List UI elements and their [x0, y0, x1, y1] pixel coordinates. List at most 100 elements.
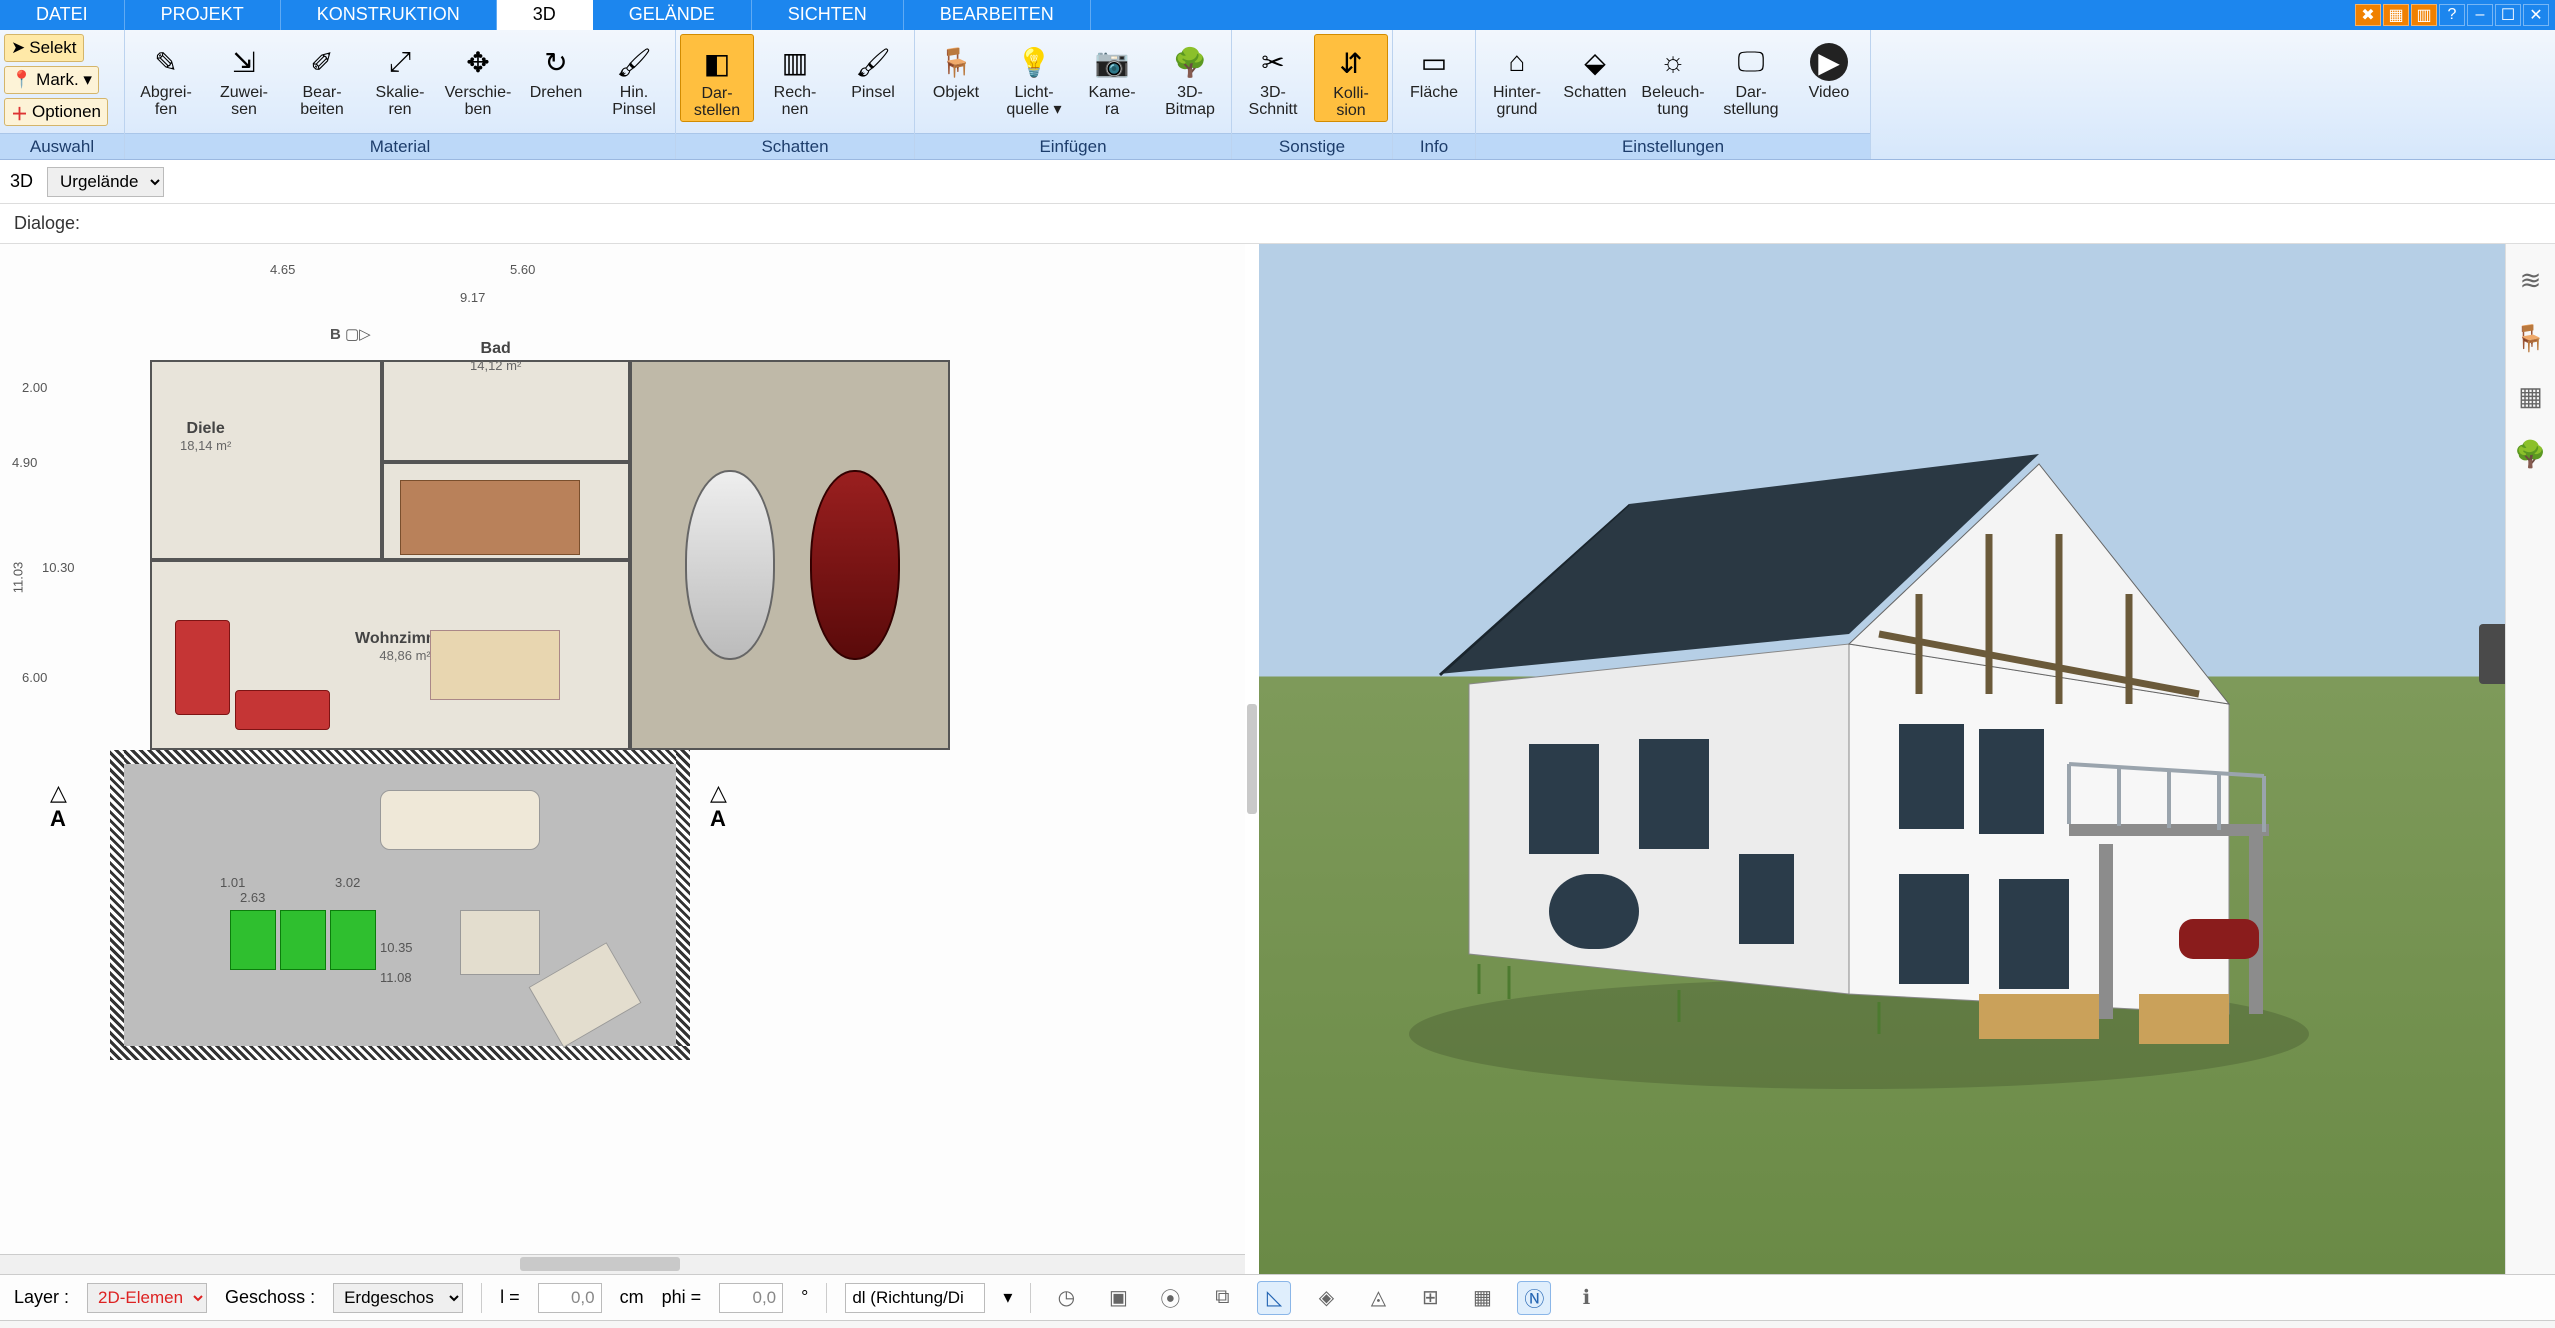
dl-dropdown-icon[interactable]: ▾ [1003, 1287, 1012, 1308]
panel-title: Info [1393, 133, 1475, 159]
tool-label: 3D-Bitmap [1165, 84, 1215, 120]
tool-label: Fläche [1410, 84, 1458, 120]
layer-select[interactable]: 2D-Elemen [87, 1283, 207, 1313]
menu-tab-bearbeiten[interactable]: BEARBEITEN [904, 0, 1091, 30]
drehen-icon: ↻ [534, 40, 578, 84]
skalieren-icon: ⤢ [378, 40, 422, 84]
menu-tab-datei[interactable]: DATEI [0, 0, 125, 30]
view-splitter[interactable] [1245, 244, 1259, 1274]
dim-top-1: 4.65 [270, 262, 295, 277]
tool-label: Verschie-ben [445, 84, 512, 120]
tool-hin-pinsel[interactable]: 🖌Hin.Pinsel [597, 34, 671, 120]
maximize-icon[interactable]: ☐ [2495, 4, 2521, 26]
layers-icon[interactable]: ≋ [2513, 262, 2549, 298]
tool-kollision[interactable]: ⇵Kolli-sion [1314, 34, 1388, 122]
menu-tab-konstruktion[interactable]: KONSTRUKTION [281, 0, 497, 30]
tool-bearbeiten[interactable]: ✐Bear-beiten [285, 34, 359, 120]
ext-tool-2-icon[interactable]: ▦ [2383, 4, 2409, 26]
tool-lichtquelle[interactable]: 💡Licht-quelle ▾ [997, 34, 1071, 120]
marker-icon: 📍 [11, 70, 32, 90]
grid-small-icon[interactable]: ⊞ [1413, 1281, 1447, 1315]
view-mode-label: 3D [10, 171, 33, 192]
tool-label: Objekt [933, 84, 979, 120]
status-z: Z: [2055, 1325, 2070, 1328]
tool-rechnen[interactable]: ▥Rech-nen [758, 34, 832, 120]
tool-kamera[interactable]: 📷Kame-ra [1075, 34, 1149, 120]
ext-tool-3-icon[interactable]: ▥ [2411, 4, 2437, 26]
north-icon[interactable]: Ⓝ [1517, 1281, 1551, 1315]
tool-hintergrund[interactable]: ⌂Hinter-grund [1480, 34, 1554, 120]
menu-tab-sichten[interactable]: SICHTEN [752, 0, 904, 30]
plants-icon[interactable]: 🌳 [2513, 436, 2549, 472]
darstellen-icon: ◧ [695, 41, 739, 85]
snap1-icon[interactable]: ◺ [1257, 1281, 1291, 1315]
options-tool-button[interactable]: ＋Optionen [4, 98, 108, 126]
plan-h-scrollbar[interactable] [0, 1254, 1245, 1274]
workspace: 4.65 5.60 9.17 B ▢▷ 2.00 4.90 10.30 6.00… [0, 244, 2555, 1274]
dim-top-3: 9.17 [460, 290, 485, 305]
tool-darstellen[interactable]: ◧Dar-stellen [680, 34, 754, 122]
dl-input[interactable] [845, 1283, 985, 1313]
terrain-select[interactable]: Urgelände [47, 167, 164, 197]
render-view-3d[interactable] [1259, 244, 2505, 1274]
hin-pinsel-icon: 🖌 [612, 40, 656, 84]
tool-drehen[interactable]: ↻Drehen [519, 34, 593, 120]
length-input[interactable] [538, 1283, 602, 1313]
tool-flaeche[interactable]: ▭Fläche [1397, 34, 1471, 120]
status-num: NUM [2442, 1325, 2481, 1328]
minimize-icon[interactable]: – [2467, 4, 2493, 26]
close-icon[interactable]: ✕ [2523, 4, 2549, 26]
phi-input[interactable] [719, 1283, 783, 1313]
select-tool-button[interactable]: ➤Selekt [4, 34, 84, 62]
plus-icon: ＋ [11, 100, 28, 125]
section-marker-right: △A [710, 780, 727, 832]
tool-pinsel[interactable]: 🖌Pinsel [836, 34, 910, 120]
materials-icon[interactable]: ▦ [2513, 378, 2549, 414]
kamera-icon: 📷 [1090, 40, 1134, 84]
tool-label: Schatten [1563, 84, 1626, 120]
mark-tool-button[interactable]: 📍Mark. ▾ [4, 66, 99, 94]
length-label: l = [500, 1287, 520, 1308]
tool-verschieben[interactable]: ✥Verschie-ben [441, 34, 515, 120]
tool-schatten[interactable]: ⬙Schatten [1558, 34, 1632, 120]
length-unit: cm [620, 1287, 644, 1308]
rechnen-icon: ▥ [773, 40, 817, 84]
ribbon: ➤Selekt 📍Mark. ▾ ＋Optionen Auswahl ✎Abgr… [0, 30, 2555, 160]
stack-icon[interactable]: ⧉ [1205, 1281, 1239, 1315]
help-icon[interactable]: ? [2439, 4, 2465, 26]
plan-view-2d[interactable]: 4.65 5.60 9.17 B ▢▷ 2.00 4.90 10.30 6.00… [0, 244, 1245, 1274]
tool-3d-schnitt[interactable]: ✂3D-Schnitt [1236, 34, 1310, 120]
tool-video[interactable]: ▶Video [1792, 34, 1866, 120]
tool-beleuchtung[interactable]: ☼Beleuch-tung [1636, 34, 1710, 120]
tool-zuweisen[interactable]: ⇲Zuwei-sen [207, 34, 281, 120]
tool-objekt[interactable]: 🪑Objekt [919, 34, 993, 120]
beleuchtung-icon: ☼ [1651, 40, 1695, 84]
flaeche-icon: ▭ [1412, 40, 1456, 84]
tool-label: Hinter-grund [1493, 84, 1541, 120]
side-panel-toggle[interactable] [2479, 624, 2505, 684]
tool-label: Dar-stellung [1723, 84, 1778, 120]
camera-tool-icon[interactable]: ▣ [1101, 1281, 1135, 1315]
menu-tab-gelaende[interactable]: GELÄNDE [593, 0, 752, 30]
objekt-icon: 🪑 [934, 40, 978, 84]
record-icon[interactable]: ⦿ [1153, 1281, 1187, 1315]
tool-darstellung[interactable]: 🖵Dar-stellung [1714, 34, 1788, 120]
panel-info: ▭Fläche Info [1393, 30, 1476, 159]
tool-label: Bear-beiten [300, 84, 344, 120]
clock-icon[interactable]: ◷ [1049, 1281, 1083, 1315]
tool-skalieren[interactable]: ⤢Skalie-ren [363, 34, 437, 120]
panel-title: Einstellungen [1476, 133, 1870, 159]
tool-3d-bitmap[interactable]: 🌳3D-Bitmap [1153, 34, 1227, 120]
menu-tab-projekt[interactable]: PROJEKT [125, 0, 281, 30]
status-scale: 1:100 [2111, 1325, 2154, 1328]
phi-label: phi = [662, 1287, 702, 1308]
snap2-icon[interactable]: ◈ [1309, 1281, 1343, 1315]
furniture-icon[interactable]: 🪑 [2513, 320, 2549, 356]
info-icon[interactable]: ℹ [1569, 1281, 1603, 1315]
snap3-icon[interactable]: ◬ [1361, 1281, 1395, 1315]
grid-large-icon[interactable]: ▦ [1465, 1281, 1499, 1315]
floor-select[interactable]: Erdgeschos [333, 1283, 463, 1313]
menu-tab-3d[interactable]: 3D [497, 0, 593, 30]
tool-abgreifen[interactable]: ✎Abgrei-fen [129, 34, 203, 120]
ext-tool-1-icon[interactable]: ✖ [2355, 4, 2381, 26]
